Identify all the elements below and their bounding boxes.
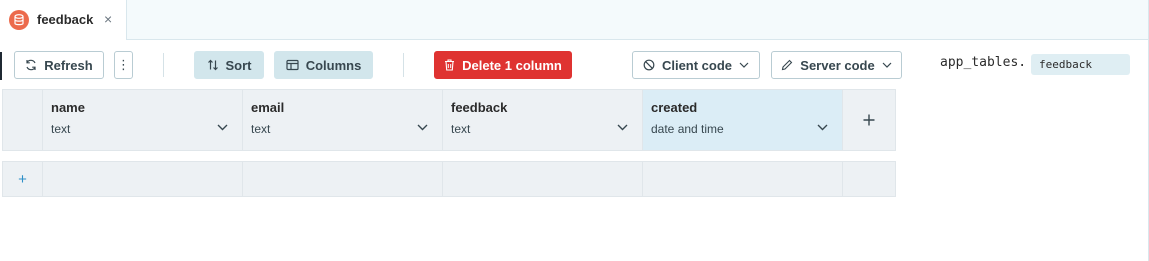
- column-name: created: [651, 100, 698, 115]
- client-code-label: Client code: [661, 57, 733, 73]
- ban-icon: [643, 59, 655, 71]
- table-cell: [843, 162, 896, 197]
- column-header-feedback[interactable]: feedback text: [443, 90, 643, 151]
- tab-bar: feedback ×: [0, 0, 1149, 40]
- columns-icon: [286, 59, 299, 71]
- refresh-icon: [26, 59, 36, 71]
- column-type: text: [251, 122, 271, 136]
- plus-icon: [863, 114, 875, 126]
- add-column-button[interactable]: [843, 90, 896, 151]
- delete-column-button[interactable]: Delete 1 column: [434, 51, 572, 79]
- tab-feedback[interactable]: feedback ×: [0, 0, 127, 40]
- table-cell[interactable]: [243, 162, 443, 197]
- chevron-down-icon[interactable]: [617, 124, 628, 131]
- table-cell[interactable]: [643, 162, 843, 197]
- server-code-dropdown[interactable]: Server code: [771, 51, 902, 79]
- table-header-row: name text email text feedback text creat…: [2, 89, 896, 151]
- plus-icon: +: [18, 170, 27, 188]
- refresh-button[interactable]: Refresh: [14, 51, 104, 79]
- table-cell[interactable]: [443, 162, 643, 197]
- tab-label: feedback: [37, 12, 94, 27]
- close-icon[interactable]: ×: [104, 11, 112, 27]
- columns-label: Columns: [305, 57, 362, 73]
- column-header-name[interactable]: name text: [43, 90, 243, 151]
- column-name: feedback: [451, 100, 508, 115]
- sort-button[interactable]: Sort: [194, 51, 264, 79]
- column-header-email[interactable]: email text: [243, 90, 443, 151]
- code-table-name-field[interactable]: [1031, 54, 1130, 75]
- delete-column-label: Delete 1 column: [462, 57, 562, 73]
- client-code-dropdown[interactable]: Client code: [632, 51, 760, 79]
- chevron-down-icon[interactable]: [417, 124, 428, 131]
- chevron-down-icon[interactable]: [817, 124, 828, 131]
- more-icon: ⋮: [117, 57, 130, 72]
- columns-button[interactable]: Columns: [274, 51, 373, 79]
- database-icon: [9, 10, 29, 30]
- column-name: name: [51, 100, 85, 115]
- column-type: text: [51, 122, 71, 136]
- refresh-label: Refresh: [44, 57, 93, 73]
- code-path-prefix: app_tables.: [940, 55, 1027, 70]
- sort-icon: [207, 59, 218, 71]
- chevron-down-icon: [882, 62, 892, 68]
- toolbar-divider: [163, 53, 164, 77]
- chevron-down-icon: [739, 62, 749, 68]
- row-gutter-header: [2, 90, 43, 151]
- column-header-created[interactable]: created date and time: [643, 90, 843, 151]
- add-row-row: +: [2, 161, 896, 197]
- sort-label: Sort: [225, 57, 252, 73]
- toolbar-divider: [403, 53, 404, 77]
- pencil-icon: [782, 59, 793, 71]
- chevron-down-icon[interactable]: [217, 124, 228, 131]
- trash-icon: [445, 59, 455, 71]
- more-options-button[interactable]: ⋮: [114, 51, 133, 79]
- toolbar-edge: [0, 52, 2, 80]
- add-row-button[interactable]: +: [2, 162, 43, 197]
- column-type: text: [451, 122, 471, 136]
- column-name: email: [251, 100, 285, 115]
- server-code-label: Server code: [800, 57, 875, 73]
- column-type: date and time: [651, 122, 724, 136]
- table-cell[interactable]: [43, 162, 243, 197]
